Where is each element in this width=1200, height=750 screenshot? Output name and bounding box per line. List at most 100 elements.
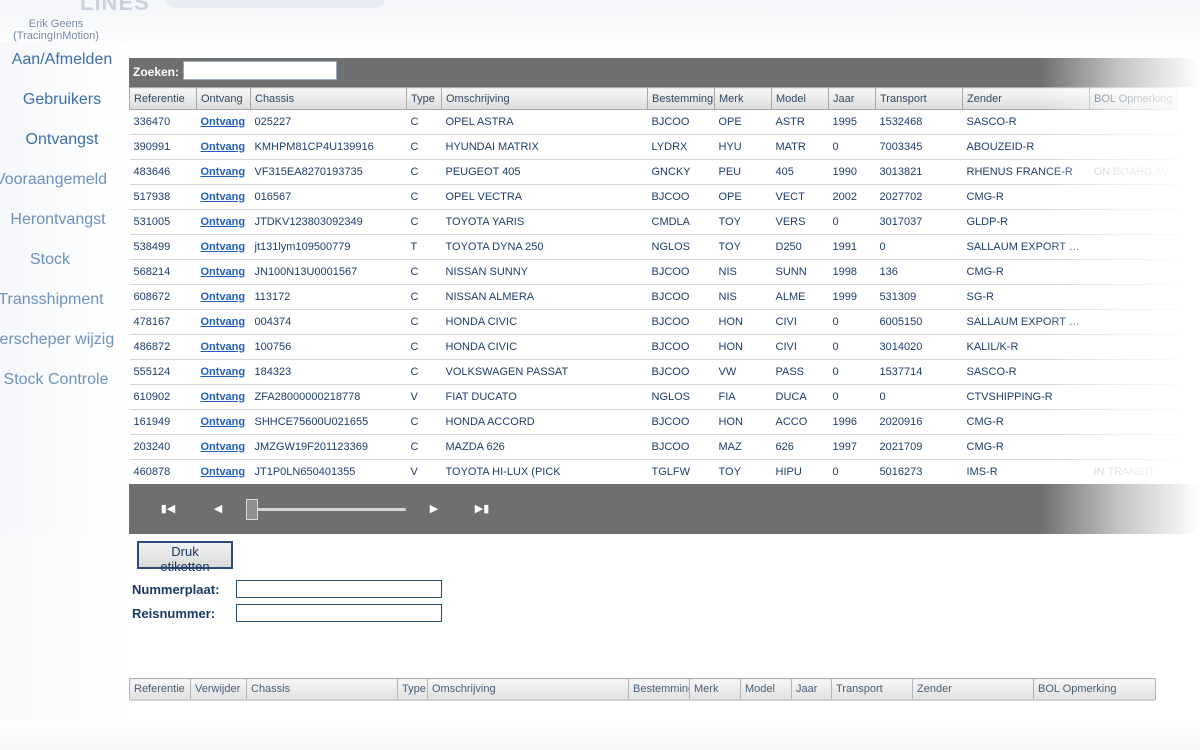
column-header[interactable]: Referentie — [129, 678, 191, 700]
column-header[interactable]: BOL Opmerking — [1033, 678, 1156, 700]
column-header[interactable]: Referentie — [129, 87, 197, 110]
next-page-icon[interactable]: ▶ — [425, 500, 443, 518]
page-slider-thumb[interactable] — [246, 499, 258, 520]
column-header[interactable]: Bestemming — [628, 678, 690, 700]
table-cell: jt131lym109500779 — [250, 234, 407, 260]
page-slider-track[interactable] — [251, 508, 406, 511]
table-row[interactable]: 478167 Ontvang 004374 C HONDA CIVIC BJCOO HON C… — [129, 309, 1178, 335]
column-header[interactable]: Verwijder — [190, 678, 247, 700]
sidebar-item-stock[interactable]: Stock — [0, 251, 112, 269]
table-cell: C — [406, 109, 442, 135]
ontvang-link[interactable]: Ontvang — [196, 284, 251, 310]
sidebar-item-aan-afmelden[interactable]: Aan/Afmelden — [0, 51, 124, 69]
table-cell: BJCOO — [647, 434, 715, 460]
column-header[interactable]: Chassis — [246, 678, 398, 700]
table-cell: 405 — [771, 159, 829, 185]
table-cell: CMG-R — [962, 434, 1090, 460]
table-cell — [1089, 384, 1178, 410]
table-cell — [1089, 334, 1178, 360]
column-header[interactable]: Omschrijving — [441, 87, 648, 110]
ontvang-link[interactable]: Ontvang — [196, 159, 251, 185]
table-row[interactable]: 538499 Ontvang jt131lym109500779 T TOYOTA DY… — [129, 234, 1178, 260]
column-header[interactable]: Omschrijving — [427, 678, 629, 700]
table-cell: ALME — [771, 284, 829, 310]
column-header[interactable]: Chassis — [250, 87, 407, 110]
table-cell: T — [406, 234, 442, 260]
table-row[interactable]: 483646 Ontvang VF315EA8270193735 C PEUGEOT 4… — [129, 159, 1178, 185]
table-row[interactable]: 486872 Ontvang 100756 C HONDA CIVIC BJCOO HON C… — [129, 334, 1178, 360]
ontvang-link[interactable]: Ontvang — [196, 384, 251, 410]
table-row[interactable]: 568214 Ontvang JN100N13U0001567 C NISSAN SUN… — [129, 259, 1178, 285]
table-cell — [1089, 209, 1178, 235]
column-header[interactable]: Zender — [912, 678, 1034, 700]
ontvang-link[interactable]: Ontvang — [196, 184, 251, 210]
table-row[interactable]: 203240 Ontvang JMZGW19F201123369 C MAZDA 626… — [129, 434, 1178, 460]
first-page-icon[interactable]: ▮◀ — [159, 500, 177, 518]
ontvang-link[interactable]: Ontvang — [196, 359, 251, 385]
ontvang-link[interactable]: Ontvang — [196, 109, 251, 135]
table-row[interactable]: 517938 Ontvang 016567 C OPEL VECTRA BJCOO OPE V… — [129, 184, 1178, 210]
sidebar-item-stock-controle[interactable]: Stock Controle — [0, 371, 124, 389]
column-header[interactable]: Model — [740, 678, 792, 700]
column-header[interactable]: Merk — [714, 87, 772, 110]
table-cell: BJCOO — [647, 409, 715, 435]
ontvang-link[interactable]: Ontvang — [196, 259, 251, 285]
table-row[interactable]: 610902 Ontvang ZFA28000000218778 V FIAT DUCA… — [129, 384, 1178, 410]
table-row[interactable]: 336470 Ontvang 025227 C OPEL ASTRA BJCOO OPE AS… — [129, 109, 1178, 135]
table-cell: 2021709 — [875, 434, 963, 460]
previous-page-icon[interactable]: ◀ — [209, 500, 227, 518]
column-header[interactable]: Transport — [875, 87, 963, 110]
table-cell: JT1P0LN650401355 — [250, 459, 407, 485]
search-input[interactable] — [183, 61, 337, 80]
sidebar-item-gebruikers[interactable]: Gebruikers — [0, 91, 124, 109]
table-row[interactable]: 161949 Ontvang SHHCE75600U021655 C HONDA ACC… — [129, 409, 1178, 435]
table-row[interactable]: 390991 Ontvang KMHPM81CP4U139916 C HYUNDAI M… — [129, 134, 1178, 160]
column-header[interactable]: BOL Opmerking — [1089, 87, 1178, 110]
column-header[interactable]: Transport — [831, 678, 913, 700]
table-cell: TOYOTA HI-LUX (PICK — [441, 459, 648, 485]
column-header[interactable]: Type — [406, 87, 442, 110]
sidebar-item-verscheper-wijzig[interactable]: Verscheper wijzig — [0, 331, 124, 349]
ontvang-link[interactable]: Ontvang — [196, 434, 251, 460]
table-cell: 1996 — [828, 409, 876, 435]
sidebar-item-herontvangst[interactable]: Herontvangst — [0, 211, 124, 229]
table-cell: 0 — [828, 309, 876, 335]
table-cell: TOYOTA YARIS — [441, 209, 648, 235]
plate-input[interactable] — [236, 580, 442, 598]
print-labels-button[interactable]: Druk etiketten — [137, 541, 233, 574]
column-header[interactable]: Merk — [689, 678, 741, 700]
ontvang-link[interactable]: Ontvang — [196, 459, 251, 485]
table-cell: 7003345 — [875, 134, 963, 160]
ontvang-link[interactable]: Ontvang — [196, 134, 251, 160]
ontvang-link[interactable]: Ontvang — [196, 334, 251, 360]
ontvang-link[interactable]: Ontvang — [196, 409, 251, 435]
ontvang-link[interactable]: Ontvang — [196, 209, 251, 235]
ontvang-link[interactable]: Ontvang — [196, 234, 251, 260]
column-header[interactable]: Bestemming — [647, 87, 715, 110]
table-cell: IMS-R — [962, 459, 1090, 485]
table-cell: 184323 — [250, 359, 407, 385]
sidebar-item-transshipment[interactable]: Transshipment — [0, 291, 124, 309]
column-header[interactable]: Jaar — [828, 87, 876, 110]
table-row[interactable]: 608672 Ontvang 113172 C NISSAN ALMERA BJCOO NI… — [129, 284, 1178, 310]
sidebar-item-vooraangemeld[interactable]: Vooraangemeld — [0, 171, 124, 189]
ontvang-link[interactable]: Ontvang — [196, 309, 251, 335]
table-row[interactable]: 531005 Ontvang JTDKV123803092349 C TOYOTA YA… — [129, 209, 1178, 235]
table-row[interactable]: 460878 Ontvang JT1P0LN650401355 V TOYOTA HI-… — [129, 459, 1178, 485]
trip-input[interactable] — [236, 604, 442, 622]
table-row[interactable]: 555124 Ontvang 184323 C VOLKSWAGEN PASSAT BJC… — [129, 359, 1178, 385]
table-cell: SUNN — [771, 259, 829, 285]
column-header[interactable]: Ontvang — [196, 87, 251, 110]
column-header[interactable]: Zender — [962, 87, 1090, 110]
column-header[interactable]: Type — [397, 678, 428, 700]
table-cell: 1998 — [828, 259, 876, 285]
header-bar: LINES Erik Geens (TracingInMotion) — [0, 0, 1200, 58]
sidebar-item-ontvangst[interactable]: Ontvangst — [0, 131, 124, 149]
column-header[interactable]: Model — [771, 87, 829, 110]
last-page-icon[interactable]: ▶▮ — [473, 500, 491, 518]
table-cell: 1997 — [828, 434, 876, 460]
table-cell: 538499 — [129, 234, 197, 260]
user-name: Erik Geens — [28, 18, 84, 30]
column-header[interactable]: Jaar — [791, 678, 832, 700]
table-cell: RHENUS FRANCE-R — [962, 159, 1090, 185]
